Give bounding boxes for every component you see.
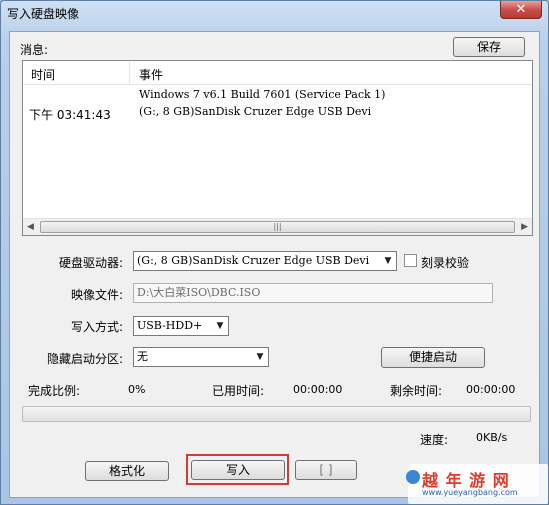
chevron-down-icon: ▼: [256, 352, 264, 362]
scroll-left-icon[interactable]: ◀: [27, 222, 34, 232]
hidden-partition-value: 无: [137, 350, 148, 363]
complete-label: 完成比例:: [28, 384, 81, 398]
list-item-event: (G:, 8 GB)SanDisk Cruzer Edge USB Devi: [139, 105, 372, 118]
drive-label: 硬盘驱动器:: [59, 256, 124, 270]
list-item[interactable]: Windows 7 v6.1 Build 7601 (Service Pack …: [23, 87, 532, 103]
column-divider: [129, 61, 130, 85]
list-item[interactable]: 下午 03:41:43 (G:, 8 GB)SanDisk Cruzer Edg…: [23, 104, 532, 122]
write-button[interactable]: 写入: [191, 460, 285, 480]
column-header-time[interactable]: 时间: [31, 66, 55, 83]
elapsed-label: 已用时间:: [212, 384, 265, 398]
partial-button[interactable]: [ ]: [295, 460, 357, 480]
title-bar[interactable]: 写入硬盘映像 ✕: [1, 1, 548, 25]
chevron-down-icon: ▼: [216, 321, 224, 331]
close-button[interactable]: ✕: [500, 1, 542, 19]
write-mode-value: USB-HDD+: [137, 319, 203, 332]
list-header: 时间 事件: [23, 61, 532, 85]
quick-boot-button[interactable]: 便捷启动: [381, 347, 485, 368]
verify-label: 刻录校验: [421, 256, 470, 270]
list-item-event: Windows 7 v6.1 Build 7601 (Service Pack …: [139, 88, 386, 101]
column-header-event[interactable]: 事件: [139, 66, 163, 83]
message-list[interactable]: 时间 事件 Windows 7 v6.1 Build 7601 (Service…: [22, 60, 533, 236]
messages-label: 消息:: [20, 43, 49, 57]
write-disk-image-window: 写入硬盘映像 ✕ 消息: 保存 时间 事件 Windows 7 v6.1 Bui…: [0, 0, 549, 505]
dialog-body: 消息: 保存 时间 事件 Windows 7 v6.1 Build 7601 (…: [9, 31, 540, 498]
image-file-value: D:\大白菜ISO\DBC.ISO: [137, 286, 261, 299]
verify-checkbox[interactable]: [404, 254, 417, 267]
window-title: 写入硬盘映像: [7, 7, 80, 21]
drive-select-value: (G:, 8 GB)SanDisk Cruzer Edge USB Devi: [137, 254, 370, 267]
image-file-field[interactable]: D:\大白菜ISO\DBC.ISO: [133, 283, 493, 303]
hidden-partition-select[interactable]: 无 ▼: [133, 347, 269, 367]
scroll-thumb[interactable]: |||: [40, 221, 515, 233]
save-button[interactable]: 保存: [453, 37, 525, 57]
speed-label: 速度:: [420, 433, 449, 447]
image-file-label: 映像文件:: [71, 288, 124, 302]
list-item-time: 下午 03:41:43: [29, 108, 111, 122]
watermark-url: www.yueyangbang.com: [422, 488, 518, 497]
watermark: 越 年 游 网 www.yueyangbang.com: [406, 464, 548, 504]
write-mode-select[interactable]: USB-HDD+ ▼: [133, 316, 229, 336]
chevron-down-icon: ▼: [384, 256, 392, 266]
progress-bar: [22, 406, 531, 422]
remaining-value: 00:00:00: [466, 383, 516, 396]
scroll-right-icon[interactable]: ▶: [521, 222, 528, 232]
remaining-label: 剩余时间:: [390, 384, 443, 398]
drive-select[interactable]: (G:, 8 GB)SanDisk Cruzer Edge USB Devi ▼: [133, 251, 397, 271]
close-icon: ✕: [515, 2, 527, 17]
watermark-logo-icon: [406, 470, 420, 484]
hidden-partition-label: 隐藏启动分区:: [47, 352, 124, 366]
write-mode-label: 写入方式:: [71, 320, 124, 334]
complete-value: 0%: [128, 383, 146, 396]
elapsed-value: 00:00:00: [293, 383, 343, 396]
speed-value: 0KB/s: [476, 431, 508, 444]
format-button[interactable]: 格式化: [85, 461, 169, 481]
horizontal-scrollbar[interactable]: ◀ ||| ▶: [23, 218, 532, 235]
